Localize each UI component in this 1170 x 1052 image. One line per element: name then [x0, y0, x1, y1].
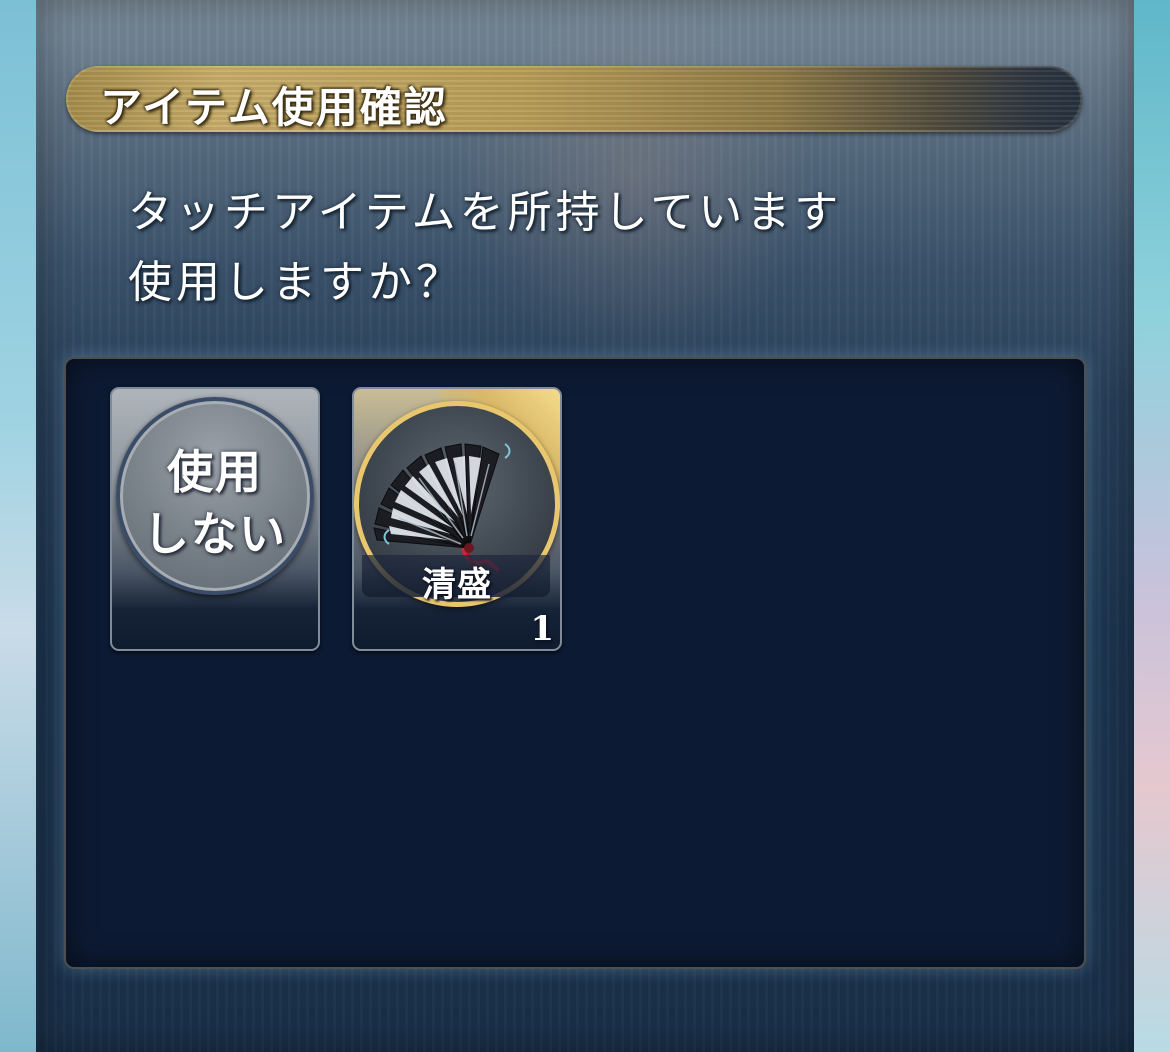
item-name: 清盛	[422, 565, 492, 605]
do-not-use-button[interactable]: 使用 しない	[110, 387, 320, 651]
item-count: 1	[530, 609, 554, 649]
message-line-2: 使用しますか？	[128, 257, 464, 308]
message-line-1: タッチアイテムを所持しています	[128, 187, 843, 238]
dialog-title: アイテム使用確認	[100, 83, 448, 132]
item-card-kiyomori[interactable]: 清盛 1	[352, 387, 562, 651]
do-not-use-circle: 使用 しない	[116, 397, 314, 595]
title-banner: アイテム使用確認	[66, 66, 1082, 132]
dialog-message: タッチアイテムを所持しています 使用しますか？	[128, 178, 842, 318]
background-right	[1132, 0, 1170, 1052]
background-left	[0, 0, 38, 1052]
do-not-use-label: 使用 しない	[143, 445, 287, 561]
